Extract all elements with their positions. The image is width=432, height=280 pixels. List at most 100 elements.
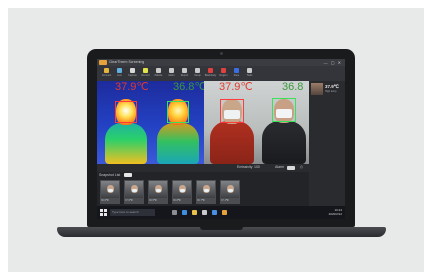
snapshot-thumbnail[interactable]: 36.9℃ (100, 180, 120, 204)
snapshot-image (149, 181, 167, 198)
thermal-view[interactable]: 37.9℃ 36.8℃ (97, 81, 204, 164)
face-detection-box (272, 98, 296, 122)
region-icon (221, 68, 226, 73)
snapshot-thumbnail[interactable]: 37.9℃ (124, 180, 144, 204)
toolbar-button-record[interactable]: Record (140, 68, 151, 79)
toolbar-button-connect[interactable]: Connect (101, 68, 112, 79)
snapshot-thumbnail[interactable]: 37.1℃ (220, 180, 240, 204)
edge-browser-icon[interactable] (182, 210, 187, 215)
live-icon (117, 68, 122, 73)
face-mask-icon (108, 189, 113, 192)
search-placeholder: Type here to search (112, 210, 139, 214)
snapshot-image (197, 181, 215, 198)
snapshot-image (101, 181, 119, 198)
face-mask-icon (204, 189, 209, 192)
visible-temp-label-left: 37.9℃ (219, 81, 253, 93)
windows-taskbar: Type here to search 10:24 2020/2/12 (97, 206, 345, 219)
snapshot-icon[interactable]: ⎙ (300, 165, 303, 169)
emissivity-value[interactable]: 100 (254, 165, 260, 169)
toolbar-button-capture[interactable]: Capture (127, 68, 138, 79)
taskbar-search-input[interactable]: Type here to search (110, 209, 155, 216)
snapshot-caption: 36.8℃ (173, 199, 181, 202)
visible-body (262, 121, 306, 164)
record-icon (143, 68, 148, 73)
app-logo-icon (99, 60, 107, 65)
toolbar-button-setup[interactable]: Setup (192, 68, 203, 79)
snapshot-caption: 37.1℃ (221, 199, 229, 202)
toolbar-button-label: Region (219, 74, 228, 77)
clock-date: 2020/2/12 (328, 212, 342, 216)
snapshot-thumbnail[interactable]: 36.8℃ (172, 180, 192, 204)
palette-icon (156, 68, 161, 73)
video-viewer: 37.9℃ 36.8℃ 37.9℃ 36.8 (97, 81, 309, 164)
visible-person-left (208, 91, 256, 164)
toolbar-button-alarm[interactable]: Alarm (166, 68, 177, 79)
visible-body (210, 121, 254, 164)
face-detection-box (220, 99, 244, 123)
toolbar-button-label: Record (141, 74, 150, 77)
toolbar-button-tools[interactable]: Tools (244, 68, 255, 79)
toolbar-button-face[interactable]: Face (231, 68, 242, 79)
alert-side-panel: 37.9℃ High temp (309, 81, 345, 206)
thermal-person-left (103, 91, 149, 164)
app-titlebar: ClearTherm Screening — ▢ ✕ (97, 59, 345, 66)
snapshot-image (173, 181, 191, 198)
alert-face-thumbnail[interactable] (311, 83, 323, 95)
toolbar-button-live[interactable]: Live (114, 68, 125, 79)
store-icon[interactable] (202, 210, 207, 215)
app-title: ClearTherm Screening (109, 60, 145, 64)
laptop-screen: ClearTherm Screening — ▢ ✕ Connect Live Ca… (97, 59, 345, 219)
snapshot-header: Snapshot List (99, 173, 121, 177)
alarm-toggle[interactable] (287, 166, 295, 170)
snapshot-image (221, 181, 239, 198)
task-view-icon[interactable] (172, 210, 177, 215)
mail-icon[interactable] (212, 210, 217, 215)
toolbar-button-label: Live (117, 74, 122, 77)
system-clock[interactable]: 10:24 2020/2/12 (329, 208, 342, 216)
alert-status: High temp (325, 90, 337, 93)
main-toolbar: Connect Live Capture Record Palette Alarm Repo… (97, 66, 345, 81)
emissivity-label: Emissivity (237, 165, 253, 169)
toolbar-button-blackbody[interactable]: Blackbody (205, 68, 216, 79)
toolbar-button-label: Capture (128, 74, 137, 77)
face-mask-icon (132, 189, 137, 192)
viewer-statusbar: Emissivity 100 Alarm ⎙ (97, 164, 309, 172)
windows-start-icon[interactable] (100, 209, 107, 216)
thermal-person-right (155, 91, 201, 164)
snapshot-thumbnail[interactable]: 36.7℃ (196, 180, 216, 204)
snapshot-filter-button[interactable] (124, 173, 132, 177)
toolbar-button-label: Alarm (168, 74, 175, 77)
thermal-temp-label-right: 36.8℃ (173, 81, 204, 93)
face-icon (234, 68, 239, 73)
face-detection-box (115, 101, 137, 123)
toolbar-button-report[interactable]: Report (179, 68, 190, 79)
capture-icon (130, 68, 135, 73)
snapshot-caption: 36.9℃ (101, 199, 109, 202)
toolbar-button-palette[interactable]: Palette (153, 68, 164, 79)
toolbar-button-region[interactable]: Region (218, 68, 229, 79)
laptop-hinge-notch (200, 227, 243, 230)
thermal-body (157, 123, 199, 164)
report-icon (182, 68, 187, 73)
snapshot-caption: 37.9℃ (125, 199, 133, 202)
snapshot-image (125, 181, 143, 198)
visible-person-right (260, 93, 308, 164)
tools-icon (247, 68, 252, 73)
window-controls[interactable]: — ▢ ✕ (324, 59, 342, 66)
snapshot-thumbnail[interactable]: 36.5℃ (148, 180, 168, 204)
app-taskbar-icon[interactable] (222, 210, 227, 215)
face-mask-icon (228, 189, 233, 192)
toolbar-button-label: Connect (101, 74, 112, 77)
face-mask-icon (156, 189, 161, 192)
visible-view[interactable]: 37.9℃ 36.8 (204, 81, 309, 164)
face-detection-box (167, 101, 189, 123)
toolbar-button-label: Palette (154, 74, 163, 77)
thermal-temp-label-left: 37.9℃ (115, 81, 149, 93)
face-mask-icon (180, 189, 185, 192)
alarm-icon (169, 68, 174, 73)
file-explorer-icon[interactable] (192, 210, 197, 215)
setup-icon (195, 68, 200, 73)
toolbar-button-label: Blackbody (204, 74, 217, 77)
toolbar-button-label: Report (180, 74, 189, 77)
toolbar-button-label: Tools (246, 74, 253, 77)
